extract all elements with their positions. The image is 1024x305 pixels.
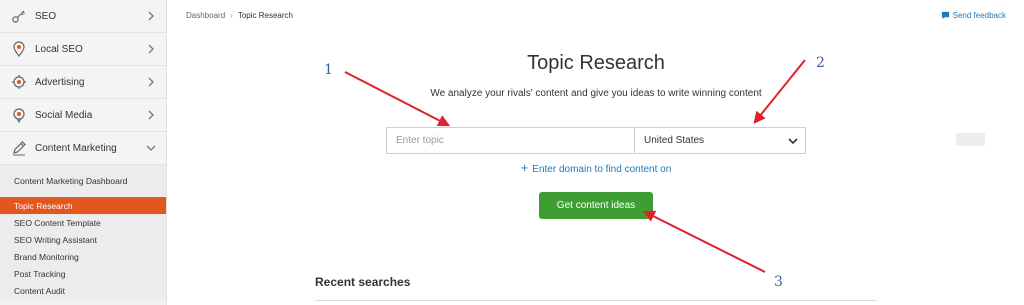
submenu-item-seo-content-template[interactable]: SEO Content Template	[0, 214, 166, 231]
submenu-item-seo-writing-assistant[interactable]: SEO Writing Assistant	[0, 231, 166, 248]
submenu-item-post-tracking[interactable]: Post Tracking	[0, 265, 166, 282]
country-select[interactable]: United States	[634, 127, 806, 154]
faded-button[interactable]	[956, 133, 985, 146]
chevron-right-icon	[148, 77, 154, 87]
send-feedback-label: Send feedback	[952, 11, 1006, 20]
sidebar-item-social-media[interactable]: Social Media	[0, 99, 166, 132]
content-marketing-submenu: Content Marketing Dashboard Topic Resear…	[0, 165, 166, 299]
enter-domain-label: Enter domain to find content on	[532, 164, 672, 175]
topic-input[interactable]	[386, 127, 635, 154]
country-select-value: United States	[644, 135, 705, 146]
pencil-icon	[10, 139, 28, 157]
chevron-right-icon	[148, 110, 154, 120]
submenu-item-content-audit[interactable]: Content Audit	[0, 282, 166, 299]
submenu-item-brand-monitoring[interactable]: Brand Monitoring	[0, 248, 166, 265]
sidebar-item-label: Social Media	[35, 109, 93, 121]
sidebar-item-label: SEO	[35, 10, 57, 22]
get-content-ideas-button[interactable]: Get content ideas	[539, 192, 653, 219]
annotation-arrow-3	[642, 210, 766, 273]
key-icon	[10, 7, 28, 25]
breadcrumb-current: Topic Research	[237, 11, 293, 20]
chevron-right-icon	[148, 11, 154, 21]
divider	[315, 300, 877, 301]
page-subtitle: We analyze your rivals' content and give…	[430, 88, 762, 99]
annotation-number-1: 1	[324, 62, 333, 78]
sidebar: SEO Local SEO Advertising Social Media C…	[0, 0, 167, 305]
sidebar-item-label: Content Marketing	[35, 142, 117, 154]
enter-domain-link[interactable]: + Enter domain to find content on	[0, 160, 1024, 175]
plus-icon: +	[520, 160, 529, 175]
social-pin-icon	[10, 106, 28, 124]
send-feedback-link[interactable]: Send feedback	[941, 11, 1006, 20]
sidebar-item-seo[interactable]: SEO	[0, 0, 166, 33]
submenu-item-topic-research[interactable]: Topic Research	[0, 197, 166, 214]
breadcrumb-separator-icon: ›	[230, 11, 233, 20]
breadcrumb-dashboard-link[interactable]: Dashboard	[186, 11, 225, 20]
page-title: Topic Research	[527, 52, 665, 74]
breadcrumb: Dashboard › Topic Research	[186, 11, 293, 20]
annotation-number-3: 3	[774, 274, 783, 290]
recent-searches-heading: Recent searches	[315, 275, 411, 289]
chevron-down-icon	[788, 138, 798, 145]
sidebar-item-label: Advertising	[35, 76, 85, 88]
annotation-number-2: 2	[816, 55, 825, 71]
chevron-down-icon	[146, 145, 156, 151]
speech-bubble-icon	[941, 11, 949, 20]
